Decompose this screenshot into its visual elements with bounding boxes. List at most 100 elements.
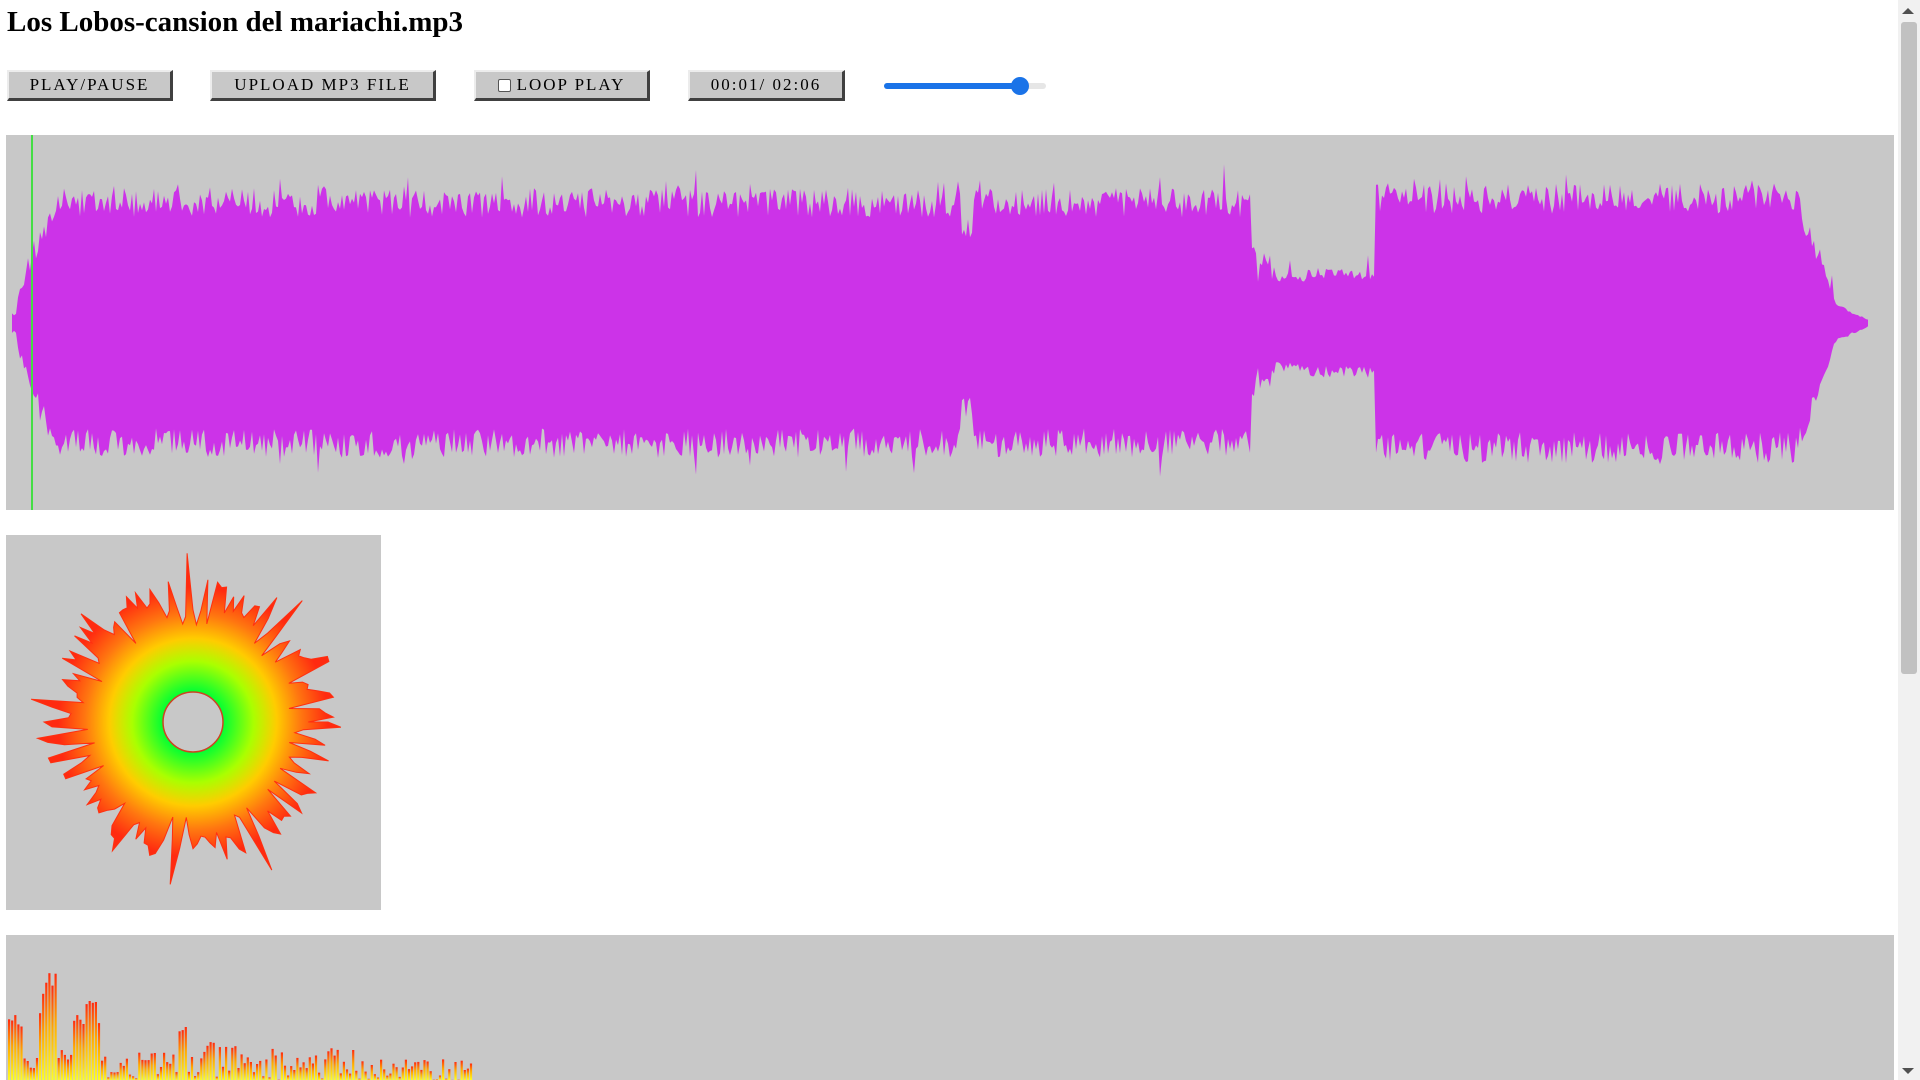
frequency-bar [163,1052,166,1080]
volume-thumb[interactable] [1011,77,1030,95]
volume-fill [884,83,1021,89]
frequency-bar [70,1054,73,1080]
frequency-bar [221,1066,225,1080]
frequency-bar [280,1052,283,1080]
frequency-bar [333,1055,336,1080]
upload-mp3-button[interactable]: UPLOAD MP3 FILE [210,70,436,101]
frequency-bar [187,1071,190,1080]
frequency-bar [197,1072,200,1080]
frequency-bar [429,1071,432,1080]
frequency-bar [203,1051,206,1080]
frequency-bar [181,1030,184,1080]
track-title: Los Lobos-cansion del mariachi.mp3 [7,6,463,38]
radial-center-circle [162,691,224,753]
frequency-bar [101,1060,104,1080]
frequency-bar [404,1059,407,1080]
frequency-bar [318,1072,321,1080]
frequency-bar [237,1068,240,1080]
frequency-bar [169,1063,172,1080]
scrollbar-thumb[interactable] [1901,22,1917,674]
frequency-bar [91,1002,94,1080]
frequency-bar [104,1056,107,1080]
frequency-bars-canvas [8,973,473,1080]
frequency-bar [14,1015,17,1080]
frequency-bar [218,1047,221,1080]
frequency-bar [411,1066,414,1080]
frequency-bar [166,1062,169,1080]
frequency-bar [132,1076,135,1080]
waveform-canvas[interactable] [6,135,1894,510]
play-pause-button[interactable]: PLAY/PAUSE [7,70,173,101]
frequency-bar [342,1061,345,1080]
frequency-bar [352,1050,355,1080]
frequency-bar [113,1072,116,1080]
frequency-bar [231,1047,234,1080]
frequency-bar [200,1058,203,1080]
frequency-bar [240,1054,243,1080]
frequency-bar [246,1057,249,1080]
frequency-bar [349,1073,352,1080]
frequency-bar [314,1055,318,1080]
frequency-bar [243,1063,246,1080]
frequency-bar [395,1067,398,1080]
frequency-bar [178,1031,181,1080]
frequency-bar [39,1013,42,1080]
volume-slider[interactable] [884,76,1046,96]
frequency-bar [194,1076,197,1080]
frequency-bar [73,1020,76,1080]
scroll-down-arrow-icon[interactable] [1902,1068,1914,1074]
upload-label: UPLOAD MP3 FILE [234,75,411,94]
loop-checkbox[interactable] [497,78,511,92]
frequency-bar [57,1058,60,1080]
scroll-up-arrow-icon[interactable] [1902,8,1914,14]
frequency-bar [311,1063,314,1080]
frequency-bars-visualizer [6,935,1894,1080]
frequency-bar [125,1058,128,1080]
loop-play-toggle[interactable]: LOOP PLAY [474,70,650,101]
frequency-bar [212,1042,215,1080]
frequency-bar [463,1070,466,1080]
frequency-bar [302,1062,305,1080]
radial-spectrum-visualizer [6,535,381,910]
frequency-bar [380,1059,383,1080]
radial-spectrum-canvas [30,553,342,885]
play-pause-label: PLAY/PAUSE [29,75,150,94]
frequency-bar [392,1063,395,1080]
frequency-bar [466,1068,469,1080]
frequency-bar [51,985,54,1080]
frequency-bar [23,1058,26,1080]
frequency-bar [85,1004,88,1080]
frequency-bar [79,1019,82,1080]
frequency-bar [82,1024,85,1080]
frequency-bar [287,1075,290,1080]
frequency-bar [460,1060,463,1080]
frequency-bar [184,1027,187,1080]
frequency-bar [305,1068,308,1080]
frequency-bar [54,973,57,1080]
frequency-bar [159,1067,163,1080]
frequency-bar [308,1057,311,1080]
waveform-visualizer[interactable] [6,135,1894,510]
frequency-bar [265,1059,268,1080]
frequency-bar [122,1065,125,1080]
frequency-bar [252,1072,256,1080]
frequency-bar [119,1062,122,1080]
frequency-bar [355,1070,358,1080]
frequency-bar [290,1066,293,1080]
frequency-bar [150,1053,153,1080]
frequency-bar [11,1020,14,1080]
frequency-bar [386,1075,389,1080]
time-display: 00:01/ 02:06 [688,70,845,101]
frequency-bar [76,1015,79,1080]
frequency-bar [228,1070,231,1080]
vertical-scrollbar[interactable] [1898,0,1920,1080]
frequency-bar [407,1069,411,1080]
frequency-bar [35,1058,39,1080]
frequency-bar [336,1049,339,1080]
frequency-bar [438,1075,442,1080]
waveform-shape [12,164,1868,477]
frequency-bar [327,1051,330,1080]
frequency-bar [206,1045,209,1080]
frequency-bar [128,1074,132,1080]
frequency-bar [271,1048,274,1080]
